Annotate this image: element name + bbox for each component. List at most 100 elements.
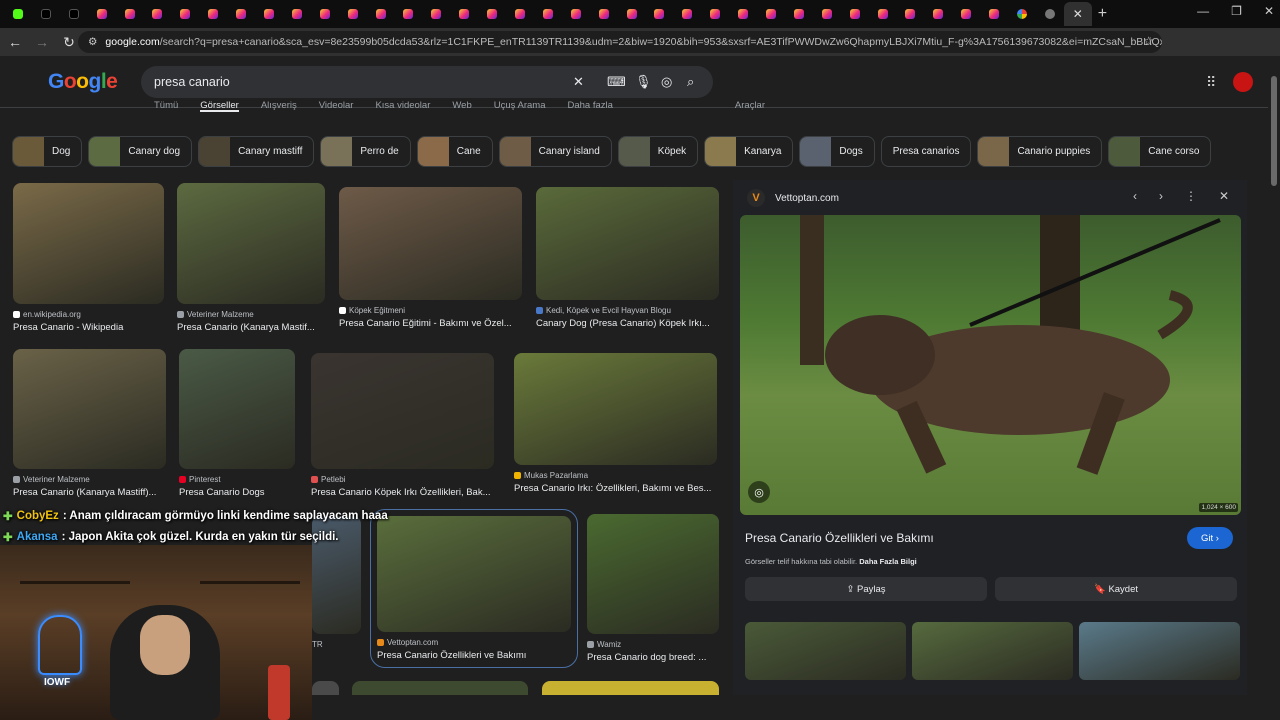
share-button[interactable]: ⇪ Paylaş bbox=[745, 577, 987, 601]
browser-tab[interactable] bbox=[60, 2, 88, 26]
search-chip[interactable]: Canary island bbox=[498, 136, 612, 167]
browser-tab[interactable] bbox=[813, 2, 841, 26]
search-chip[interactable]: Cane corso bbox=[1108, 136, 1212, 167]
browser-tab[interactable] bbox=[785, 2, 813, 26]
result-caption[interactable]: Presa Canario dog breed: ... bbox=[587, 652, 719, 663]
preview-title[interactable]: Presa Canario Özellikleri ve Bakımı bbox=[745, 531, 934, 545]
browser-tab[interactable] bbox=[422, 2, 450, 26]
lens-icon[interactable]: ◎ bbox=[661, 74, 672, 90]
browser-tab[interactable] bbox=[645, 2, 673, 26]
search-input[interactable]: presa canario bbox=[154, 75, 230, 89]
image-result[interactable]: Petlebi Presa Canario Köpek Irkı Özellikl… bbox=[311, 353, 494, 498]
image-result[interactable]: Mukas Pazarlama Presa Canario Irkı: Özell… bbox=[514, 353, 717, 494]
browser-tab[interactable] bbox=[143, 2, 171, 26]
result-source[interactable]: Petlebi bbox=[311, 475, 494, 484]
related-image[interactable] bbox=[745, 622, 906, 680]
browser-tab[interactable] bbox=[869, 2, 897, 26]
search-chip[interactable]: Canario puppies bbox=[977, 136, 1103, 167]
browser-tab[interactable] bbox=[897, 2, 925, 26]
nav-tab[interactable]: Web bbox=[452, 100, 471, 112]
result-caption[interactable]: Presa Canario (Kanarya Mastiff)... bbox=[13, 487, 166, 498]
nav-tab[interactable]: Görseller bbox=[200, 100, 239, 112]
result-thumbnail[interactable] bbox=[339, 187, 522, 300]
image-result-partial[interactable] bbox=[312, 681, 339, 695]
browser-tab[interactable] bbox=[506, 2, 534, 26]
browser-tab[interactable] bbox=[367, 2, 395, 26]
search-chip[interactable]: Dogs bbox=[799, 136, 875, 167]
nav-tab[interactable]: Uçuş Arama bbox=[494, 100, 546, 112]
learn-more-link[interactable]: Daha Fazla Bilgi bbox=[859, 557, 917, 566]
result-caption[interactable]: Presa Canario - Wikipedia bbox=[13, 322, 164, 333]
browser-tab[interactable] bbox=[701, 2, 729, 26]
account-avatar[interactable] bbox=[1233, 72, 1253, 92]
browser-tab[interactable] bbox=[924, 2, 952, 26]
browser-tab[interactable] bbox=[673, 2, 701, 26]
browser-tab[interactable] bbox=[729, 2, 757, 26]
related-image[interactable] bbox=[912, 622, 1073, 680]
preview-source[interactable]: V Vettoptan.com bbox=[747, 189, 839, 207]
visual-search-icon[interactable]: ◎ bbox=[748, 481, 770, 503]
image-result[interactable]: Kedi, Köpek ve Evcil Hayvan Blogu Canary … bbox=[536, 187, 719, 329]
close-tab-icon[interactable]: ✕ bbox=[1073, 7, 1083, 21]
browser-tab[interactable] bbox=[4, 2, 32, 26]
clear-icon[interactable]: ✕ bbox=[573, 74, 584, 90]
result-thumbnail[interactable] bbox=[377, 516, 571, 632]
browser-tab[interactable] bbox=[199, 2, 227, 26]
apps-grid-icon[interactable]: ⠿ bbox=[1206, 74, 1216, 91]
search-chip[interactable]: Dog bbox=[12, 136, 83, 167]
browser-tab[interactable] bbox=[757, 2, 785, 26]
search-icon[interactable]: ⌕ bbox=[687, 74, 694, 90]
browser-tab[interactable] bbox=[88, 2, 116, 26]
result-thumbnail[interactable] bbox=[179, 349, 295, 469]
browser-tab[interactable] bbox=[478, 2, 506, 26]
result-source[interactable]: Veteriner Malzeme bbox=[177, 310, 325, 319]
bookmark-star-icon[interactable]: ☆ bbox=[1143, 34, 1154, 48]
save-button[interactable]: 🔖 Kaydet bbox=[995, 577, 1237, 601]
result-source[interactable]: TR bbox=[312, 640, 361, 649]
search-chip[interactable]: Köpek bbox=[617, 136, 699, 167]
browser-tab[interactable] bbox=[171, 2, 199, 26]
browser-tab[interactable] bbox=[534, 2, 562, 26]
result-caption[interactable]: Presa Canario Irkı: Özellikleri, Bakımı … bbox=[514, 483, 717, 494]
result-source[interactable]: Kedi, Köpek ve Evcil Hayvan Blogu bbox=[536, 306, 719, 315]
nav-tab[interactable]: Daha fazla bbox=[567, 100, 612, 112]
result-thumbnail[interactable] bbox=[587, 514, 719, 634]
browser-tab[interactable] bbox=[1036, 2, 1064, 26]
image-result-partial[interactable] bbox=[352, 681, 528, 695]
nav-tab[interactable]: Kısa videolar bbox=[375, 100, 430, 112]
result-thumbnail[interactable] bbox=[536, 187, 719, 300]
browser-tab[interactable] bbox=[618, 2, 646, 26]
result-source[interactable]: Wamiz bbox=[587, 640, 719, 649]
back-icon[interactable]: ← bbox=[3, 34, 27, 50]
browser-tab[interactable] bbox=[980, 2, 1008, 26]
visit-button[interactable]: Git › bbox=[1187, 527, 1233, 549]
image-result[interactable]: Wamiz Presa Canario dog breed: ... bbox=[587, 514, 719, 663]
result-source[interactable]: Köpek Eğitmeni bbox=[339, 306, 522, 315]
nav-tab[interactable]: Araçlar bbox=[735, 100, 765, 112]
browser-tab[interactable] bbox=[255, 2, 283, 26]
search-chip[interactable]: Perro de bbox=[320, 136, 411, 167]
image-result[interactable]: Köpek Eğitmeni Presa Canario Eğitimi - Ba… bbox=[339, 187, 522, 329]
browser-tab[interactable] bbox=[394, 2, 422, 26]
previous-icon[interactable]: ‹ bbox=[1133, 189, 1137, 203]
scrollbar-thumb[interactable] bbox=[1271, 76, 1277, 186]
image-result[interactable]: Veteriner Malzeme Presa Canario (Kanarya … bbox=[177, 183, 325, 333]
result-caption[interactable]: Canary Dog (Presa Canario) Köpek Irkı... bbox=[536, 318, 719, 329]
result-source[interactable]: Veteriner Malzeme bbox=[13, 475, 166, 484]
image-result[interactable]: Pinterest Presa Canario Dogs bbox=[179, 349, 295, 498]
browser-tab[interactable] bbox=[339, 2, 367, 26]
result-source[interactable]: Mukas Pazarlama bbox=[514, 471, 717, 480]
result-source[interactable]: Vettoptan.com bbox=[377, 638, 571, 647]
image-result-partial[interactable] bbox=[542, 681, 719, 695]
image-result[interactable]: Vettoptan.com Presa Canario Özellikleri v… bbox=[370, 509, 578, 668]
close-window-icon[interactable]: ✕ bbox=[1264, 4, 1274, 18]
next-icon[interactable]: › bbox=[1159, 189, 1163, 203]
image-result[interactable]: en.wikipedia.org Presa Canario - Wikipedi… bbox=[13, 183, 164, 333]
result-caption[interactable]: Presa Canario Dogs bbox=[179, 487, 295, 498]
browser-tab[interactable] bbox=[227, 2, 255, 26]
restore-icon[interactable]: ❐ bbox=[1231, 4, 1242, 18]
result-thumbnail[interactable] bbox=[514, 353, 717, 465]
browser-tab[interactable] bbox=[1008, 2, 1036, 26]
browser-tab[interactable] bbox=[116, 2, 144, 26]
more-options-icon[interactable]: ⋮ bbox=[1185, 189, 1197, 203]
